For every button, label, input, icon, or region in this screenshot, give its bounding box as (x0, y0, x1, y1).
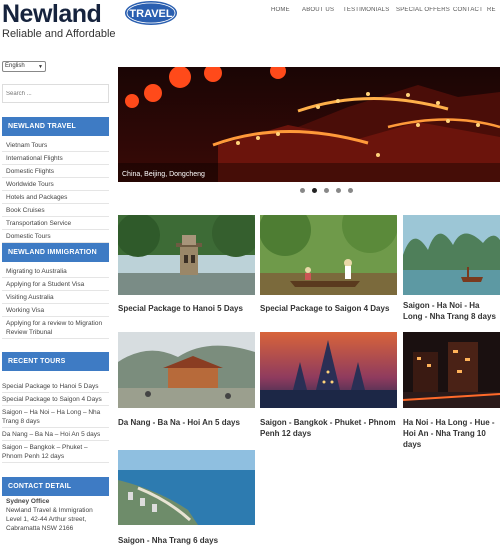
tour-image-saigon (260, 215, 397, 295)
slider-dot[interactable] (300, 188, 305, 193)
menu-item-domestic-flights[interactable]: Domestic Flights (2, 165, 109, 178)
tour-card[interactable]: Ha Noi - Ha Long - Hue - Hoi An - Nha Tr… (403, 332, 500, 449)
hero-slider[interactable]: China, Beijing, Dongcheng (118, 67, 500, 182)
tour-title[interactable]: Saigon - Bangkok - Phuket - Phnom Penh 1… (260, 417, 397, 439)
chevron-down-icon: ▼ (38, 64, 43, 70)
menu-item-transportation[interactable]: Transportation Service (2, 217, 109, 230)
logo-wordmark: Newland (2, 0, 102, 28)
tour-card[interactable]: Special Package to Hanoi 5 Days (118, 215, 255, 325)
tour-card[interactable]: Saigon - Bangkok - Phuket - Phnom Penh 1… (260, 332, 397, 442)
section-heading-travel: NEWLAND TRAVEL (2, 117, 109, 136)
tour-title[interactable]: Ha Noi - Ha Long - Hue - Hoi An - Nha Tr… (403, 417, 500, 450)
menu-item-student-visa[interactable]: Applying for a Student Visa (2, 278, 109, 291)
menu-item-domestic-tours[interactable]: Domestic Tours (2, 230, 109, 243)
tour-card[interactable]: Saigon - Nha Trang 6 days (118, 450, 255, 545)
tour-title[interactable]: Special Package to Saigon 4 Days (260, 303, 397, 314)
tour-title[interactable]: Saigon - Nha Trang 6 days (118, 535, 255, 545)
tour-title[interactable]: Saigon - Ha Noi - Ha Long - Nha Trang 8 … (403, 300, 500, 322)
language-value: English (5, 63, 25, 69)
menu-item-vietnam-tours[interactable]: Vietnam Tours (2, 139, 109, 152)
tour-image-halong (403, 215, 500, 295)
contact-company: Newland Travel & Immigration (6, 507, 93, 514)
tour-image-danang (118, 332, 255, 408)
site-tagline: Reliable and Affordable (2, 28, 116, 40)
top-navigation: HOME ABOUT US TESTIMONIALS SPECIAL OFFER… (260, 7, 500, 21)
nav-home[interactable]: HOME (271, 7, 290, 13)
tour-card[interactable]: Special Package to Saigon 4 Days (260, 215, 397, 325)
tour-card[interactable]: Da Nang - Ba Na - Hoi An 5 days (118, 332, 255, 432)
nav-contact[interactable]: CONTACT (453, 7, 483, 13)
immigration-menu: Migrating to Australia Applying for a St… (2, 265, 109, 339)
section-heading-immigration: NEWLAND IMMIGRATION (2, 243, 109, 262)
slider-dot[interactable] (336, 188, 341, 193)
tour-card[interactable]: Saigon - Ha Noi - Ha Long - Nha Trang 8 … (403, 215, 500, 325)
contact-address-line1: Level 1, 42-44 Arthur street, (6, 516, 87, 523)
tour-title[interactable]: Special Package to Hanoi 5 Days (118, 303, 255, 314)
hero-temple-image (118, 67, 500, 182)
travel-menu: Vietnam Tours International Flights Dome… (2, 139, 109, 243)
tour-image-bangkok (260, 332, 397, 408)
language-select[interactable]: English ▼ (2, 61, 46, 72)
menu-item-hotels-packages[interactable]: Hotels and Packages (2, 191, 109, 204)
slider-dot[interactable] (348, 188, 353, 193)
section-heading-recent: RECENT TOURS (2, 352, 109, 371)
nav-more[interactable]: RE (487, 7, 496, 13)
recent-tour-link[interactable]: Saigon – Bangkok – Phuket – Phnom Penh 1… (2, 441, 109, 463)
contact-office: Sydney Office (6, 498, 50, 505)
section-heading-contact: CONTACT DETAIL (2, 477, 109, 496)
nav-special-offers[interactable]: SPECIAL OFFERS (396, 7, 450, 13)
nav-about-us[interactable]: ABOUT US (302, 7, 334, 13)
menu-item-international-flights[interactable]: International Flights (2, 152, 109, 165)
recent-tours-list: Special Package to Hanoi 5 Days Special … (2, 380, 109, 463)
menu-item-worldwide-tours[interactable]: Worldwide Tours (2, 178, 109, 191)
recent-tour-link[interactable]: Saigon – Ha Noi – Ha Long – Nha Trang 8 … (2, 406, 109, 428)
tour-image-hanoi-night (403, 332, 500, 408)
nav-testimonials[interactable]: TESTIMONIALS (343, 7, 389, 13)
menu-item-book-cruises[interactable]: Book Cruises (2, 204, 109, 217)
tour-image-nhatrang (118, 450, 255, 525)
tour-image-hanoi (118, 215, 255, 295)
search-input[interactable] (2, 84, 109, 103)
menu-item-working-visa[interactable]: Working Visa (2, 304, 109, 317)
menu-item-visiting[interactable]: Visiting Australia (2, 291, 109, 304)
hero-caption: China, Beijing, Dongcheng (122, 171, 205, 178)
recent-tour-link[interactable]: Da Nang – Ba Na – Hoi An 5 days (2, 428, 109, 441)
slider-dot[interactable] (324, 188, 329, 193)
tour-title[interactable]: Da Nang - Ba Na - Hoi An 5 days (118, 417, 255, 428)
travel-badge-icon: TRAVEL (125, 1, 177, 25)
recent-tour-link[interactable]: Special Package to Hanoi 5 Days (2, 380, 109, 393)
badge-text: TRAVEL (129, 8, 172, 20)
contact-address-line2: Cabramatta NSW 2166 (6, 525, 74, 532)
contact-details: Sydney Office Newland Travel & Immigrati… (2, 497, 109, 533)
menu-item-migrating[interactable]: Migrating to Australia (2, 265, 109, 278)
recent-tour-link[interactable]: Special Package to Saigon 4 Days (2, 393, 109, 406)
slider-dot-active[interactable] (312, 188, 317, 193)
menu-item-review-tribunal[interactable]: Applying for a review to Migration Revie… (2, 317, 109, 339)
